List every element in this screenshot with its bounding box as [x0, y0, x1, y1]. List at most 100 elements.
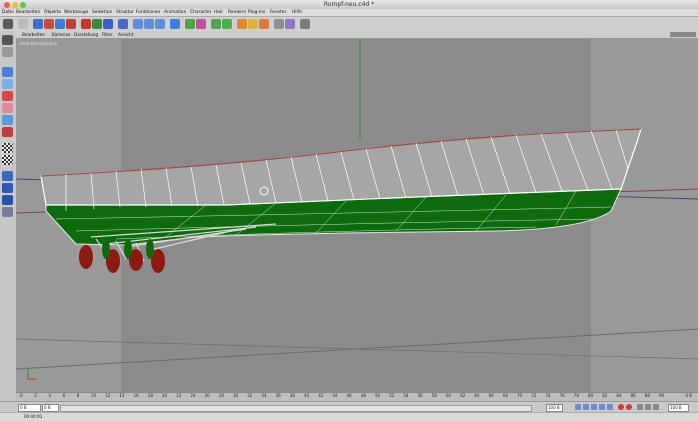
3d-viewport[interactable]: Zentralperspektive — [16, 39, 698, 392]
key-position-icon[interactable] — [637, 404, 643, 410]
points-mode-icon[interactable] — [2, 103, 13, 113]
polygons-mode-icon[interactable] — [2, 127, 13, 137]
redo-icon[interactable] — [18, 19, 28, 29]
z-axis-icon[interactable] — [103, 19, 113, 29]
propeller-1 — [79, 245, 93, 269]
sky-icon[interactable] — [285, 19, 295, 29]
frame-range-slider[interactable] — [60, 405, 532, 412]
deformer-icon[interactable] — [237, 19, 247, 29]
timeline-tick: 70 — [517, 393, 523, 398]
timeline-tick: 22 — [176, 393, 182, 398]
timeline-tick: 30 — [233, 393, 239, 398]
timeline-tick: 88 — [644, 393, 650, 398]
timeline-tick: 0 — [20, 393, 23, 398]
vp-menu-display[interactable]: Darstellung — [74, 32, 98, 37]
menu-edit[interactable]: Bearbeiten — [16, 10, 40, 15]
key-rotation-icon[interactable] — [653, 404, 659, 410]
goto-end-icon[interactable] — [607, 404, 613, 410]
array-icon[interactable] — [222, 19, 232, 29]
vp-menu-view[interactable]: Ansicht — [118, 32, 133, 37]
scene-icon[interactable] — [248, 19, 258, 29]
timeline-tick: 56 — [417, 393, 423, 398]
menu-tools[interactable]: Werkzeuge — [64, 10, 88, 15]
menu-plugins[interactable]: Plug-ins — [248, 10, 265, 15]
end-frame-field[interactable]: 100 B — [546, 404, 563, 412]
vp-menu-cameras[interactable]: Kameras — [52, 32, 70, 37]
menu-functions[interactable]: Funktionen — [136, 10, 160, 15]
live-selection-icon[interactable] — [33, 19, 43, 29]
prev-frame-icon[interactable] — [583, 404, 589, 410]
undo-icon[interactable] — [3, 19, 13, 29]
model-mode-icon[interactable] — [2, 67, 13, 77]
camera-icon[interactable] — [259, 19, 269, 29]
timeline-tick: 6 — [62, 393, 66, 398]
vp-menu-filter[interactable]: Filter — [102, 32, 112, 37]
timeline-tick: 78 — [573, 393, 579, 398]
snap-icon[interactable] — [2, 171, 13, 181]
light-icon[interactable] — [274, 19, 284, 29]
timeline-tick: 48 — [360, 393, 366, 398]
world-coords-icon[interactable] — [118, 19, 128, 29]
current-frame-field[interactable]: 0 B — [42, 404, 59, 412]
timeline-tick: 62 — [460, 393, 466, 398]
goto-start-icon[interactable] — [575, 404, 581, 410]
animation-mode-icon[interactable] — [2, 195, 13, 205]
menu-window[interactable]: Fenster — [270, 10, 286, 15]
render-region-icon[interactable] — [144, 19, 154, 29]
timeline-tick: 50 — [375, 393, 381, 398]
timeline-tick: 60 — [446, 393, 452, 398]
menu-animation[interactable]: Animation — [164, 10, 186, 15]
timeline-tick: 90 — [659, 393, 665, 398]
sculpt-icon[interactable] — [2, 207, 13, 217]
timeline-tick: 58 — [431, 393, 437, 398]
left-tool-palette — [0, 31, 17, 420]
y-axis-icon[interactable] — [92, 19, 102, 29]
workplane-icon[interactable] — [2, 183, 13, 193]
viewport-nav-icons[interactable] — [670, 32, 696, 37]
texture-mode-icon[interactable] — [2, 79, 13, 89]
end2-frame-field[interactable]: 100 B — [668, 404, 689, 412]
subdivision-surface-icon[interactable] — [185, 19, 195, 29]
menu-bar: Datei Bearbeiten Objekte Werkzeuge Selek… — [0, 9, 698, 17]
axis-mode-icon[interactable] — [2, 91, 13, 101]
timeline-tick: 74 — [545, 393, 551, 398]
autokey-icon[interactable] — [626, 404, 632, 410]
record-icon[interactable] — [618, 404, 624, 410]
timeline-tick: 44 — [332, 393, 338, 398]
layout-icon[interactable] — [300, 19, 310, 29]
cube-primitive-icon[interactable] — [170, 19, 180, 29]
object-mode-icon[interactable] — [2, 47, 13, 57]
make-editable-icon[interactable] — [2, 35, 13, 45]
viewport-menu-bar: Bearbeiten Kameras Darstellung Filter An… — [16, 31, 698, 39]
menu-help[interactable]: Hilfe — [292, 10, 302, 15]
timeline-tick: 26 — [204, 393, 210, 398]
start-frame-field[interactable]: 0 B — [18, 404, 41, 412]
render-view-icon[interactable] — [133, 19, 143, 29]
uv-polygons-icon[interactable] — [2, 155, 13, 165]
vp-menu-edit[interactable]: Bearbeiten — [22, 32, 45, 37]
menu-selection[interactable]: Selektion — [92, 10, 112, 15]
menu-objects[interactable]: Objekte — [44, 10, 61, 15]
uv-points-icon[interactable] — [2, 143, 13, 153]
viewport-safe-frame-right — [591, 39, 698, 392]
timeline-tick: 18 — [147, 393, 153, 398]
menu-render[interactable]: Rendern — [228, 10, 246, 15]
nurbs-icon[interactable] — [211, 19, 221, 29]
menu-character[interactable]: Character — [190, 10, 212, 15]
edges-mode-icon[interactable] — [2, 115, 13, 125]
render-picture-viewer-icon[interactable] — [155, 19, 165, 29]
scale-icon[interactable] — [55, 19, 65, 29]
move-icon[interactable] — [44, 19, 54, 29]
timeline-tick: 16 — [133, 393, 139, 398]
key-scale-icon[interactable] — [645, 404, 651, 410]
next-frame-icon[interactable] — [599, 404, 605, 410]
timeline-tick: 46 — [346, 393, 352, 398]
timeline-tick: 80 — [588, 393, 594, 398]
rotate-icon[interactable] — [66, 19, 76, 29]
menu-structure[interactable]: Struktur — [116, 10, 134, 15]
play-icon[interactable] — [591, 404, 597, 410]
spline-icon[interactable] — [196, 19, 206, 29]
x-axis-icon[interactable] — [81, 19, 91, 29]
menu-file[interactable]: Datei — [2, 10, 14, 15]
menu-hair[interactable]: Hair — [214, 10, 223, 15]
